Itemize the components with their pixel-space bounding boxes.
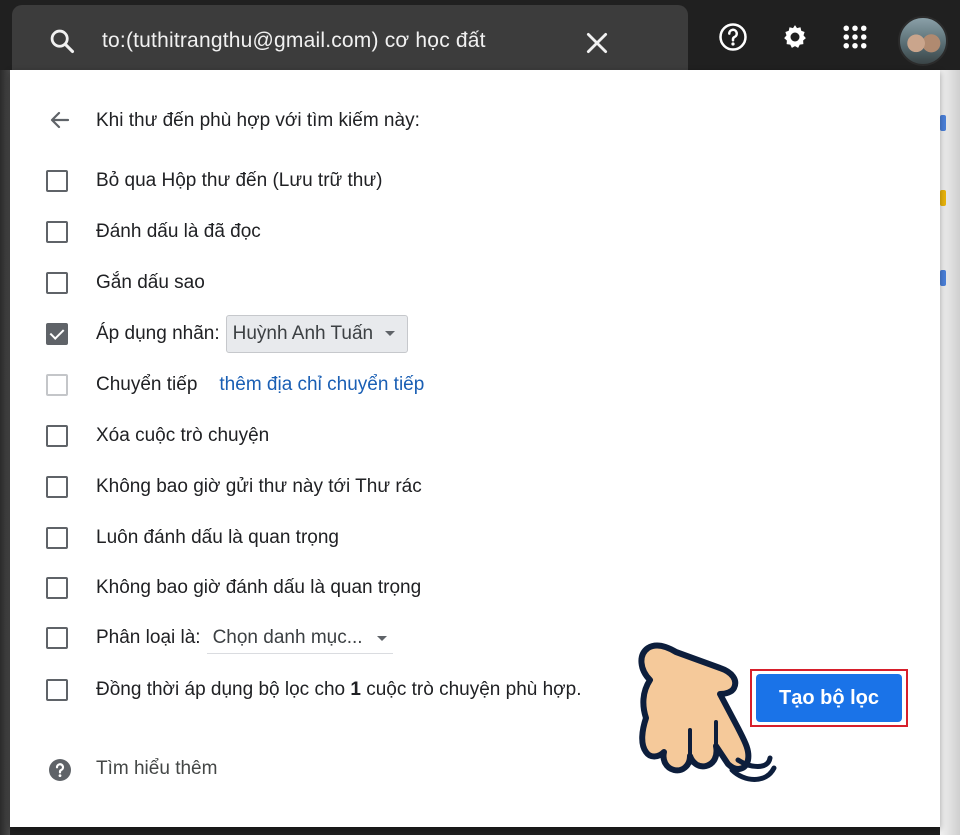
option-label: Đồng thời áp dụng bộ lọc cho 1 cuộc trò …: [96, 679, 581, 701]
option-never-important[interactable]: Không bao giờ đánh dấu là quan trọng: [46, 573, 421, 603]
option-apply-existing[interactable]: Đồng thời áp dụng bộ lọc cho 1 cuộc trò …: [46, 675, 581, 705]
option-categorize[interactable]: Phân loại là: Chọn danh mục...: [46, 623, 393, 654]
filter-heading: Khi thư đến phù hợp với tìm kiếm này:: [96, 110, 420, 131]
option-label-suffix: cuộc trò chuyện phù hợp.: [360, 679, 582, 700]
checkbox[interactable]: [46, 476, 68, 498]
checkbox-disabled: [46, 374, 68, 396]
checkbox[interactable]: [46, 221, 68, 243]
help-icon[interactable]: [48, 758, 72, 782]
left-edge-background: [0, 70, 10, 835]
checkbox-checked[interactable]: [46, 323, 68, 345]
right-edge-background: [940, 70, 960, 835]
checkbox[interactable]: [46, 425, 68, 447]
option-label: Không bao giờ gửi thư này tới Thư rác: [96, 476, 422, 497]
option-label: Gắn dấu sao: [96, 272, 205, 293]
search-icon[interactable]: [48, 27, 76, 55]
checkbox[interactable]: [46, 679, 68, 701]
checkbox[interactable]: [46, 577, 68, 599]
option-apply-label[interactable]: Áp dụng nhãn: Huỳnh Anh Tuấn: [46, 315, 409, 353]
option-always-important[interactable]: Luôn đánh dấu là quan trọng: [46, 523, 339, 553]
back-arrow-icon[interactable]: [48, 108, 72, 132]
category-select-value: Chọn danh mục...: [212, 626, 363, 648]
edge-indicator: [940, 270, 946, 286]
option-label: Chuyển tiếp: [96, 374, 198, 395]
option-label: Đánh dấu là đã đọc: [96, 221, 261, 242]
create-filter-button[interactable]: Tạo bộ lọc: [756, 674, 902, 722]
add-forwarding-address-link[interactable]: thêm địa chỉ chuyển tiếp: [219, 374, 424, 396]
avatar[interactable]: [898, 16, 948, 66]
option-never-spam[interactable]: Không bao giờ gửi thư này tới Thư rác: [46, 472, 422, 502]
help-icon[interactable]: [718, 22, 748, 52]
edge-indicator: [940, 115, 946, 131]
option-label: Phân loại là:: [96, 627, 201, 648]
caret-down-icon: [385, 331, 396, 336]
search-input[interactable]: to:(tuthitrangthu@gmail.com) cơ học đất: [102, 29, 486, 53]
apps-grid-icon[interactable]: [840, 22, 870, 52]
create-filter-highlight: Tạo bộ lọc: [750, 669, 908, 727]
option-mark-read[interactable]: Đánh dấu là đã đọc: [46, 217, 261, 247]
option-forward[interactable]: Chuyển tiếp thêm địa chỉ chuyển tiếp: [46, 370, 424, 400]
gear-icon[interactable]: [780, 22, 810, 52]
search-bar[interactable]: to:(tuthitrangthu@gmail.com) cơ học đất: [12, 5, 688, 71]
conversation-count: 1: [350, 679, 361, 700]
option-label: Xóa cuộc trò chuyện: [96, 425, 270, 446]
option-delete[interactable]: Xóa cuộc trò chuyện: [46, 421, 269, 451]
edge-indicator: [940, 190, 946, 206]
category-select-dropdown[interactable]: Chọn danh mục...: [206, 623, 393, 654]
checkbox[interactable]: [46, 272, 68, 294]
option-label: Luôn đánh dấu là quan trọng: [96, 527, 339, 548]
option-label: Áp dụng nhãn:: [96, 323, 220, 344]
checkbox[interactable]: [46, 627, 68, 649]
option-label: Không bao giờ đánh dấu là quan trọng: [96, 577, 422, 598]
label-select-value: Huỳnh Anh Tuấn: [232, 323, 374, 344]
option-label-prefix: Đồng thời áp dụng bộ lọc cho: [96, 679, 351, 700]
checkbox[interactable]: [46, 170, 68, 192]
option-label: Bỏ qua Hộp thư đến (Lưu trữ thư): [96, 170, 383, 191]
checkbox[interactable]: [46, 527, 68, 549]
close-icon[interactable]: [584, 30, 610, 56]
option-skip-inbox[interactable]: Bỏ qua Hộp thư đến (Lưu trữ thư): [46, 166, 382, 196]
option-star[interactable]: Gắn dấu sao: [46, 268, 205, 298]
learn-more-link[interactable]: Tìm hiểu thêm: [96, 758, 217, 780]
caret-down-icon: [376, 635, 387, 641]
label-select-dropdown[interactable]: Huỳnh Anh Tuấn: [225, 315, 409, 353]
